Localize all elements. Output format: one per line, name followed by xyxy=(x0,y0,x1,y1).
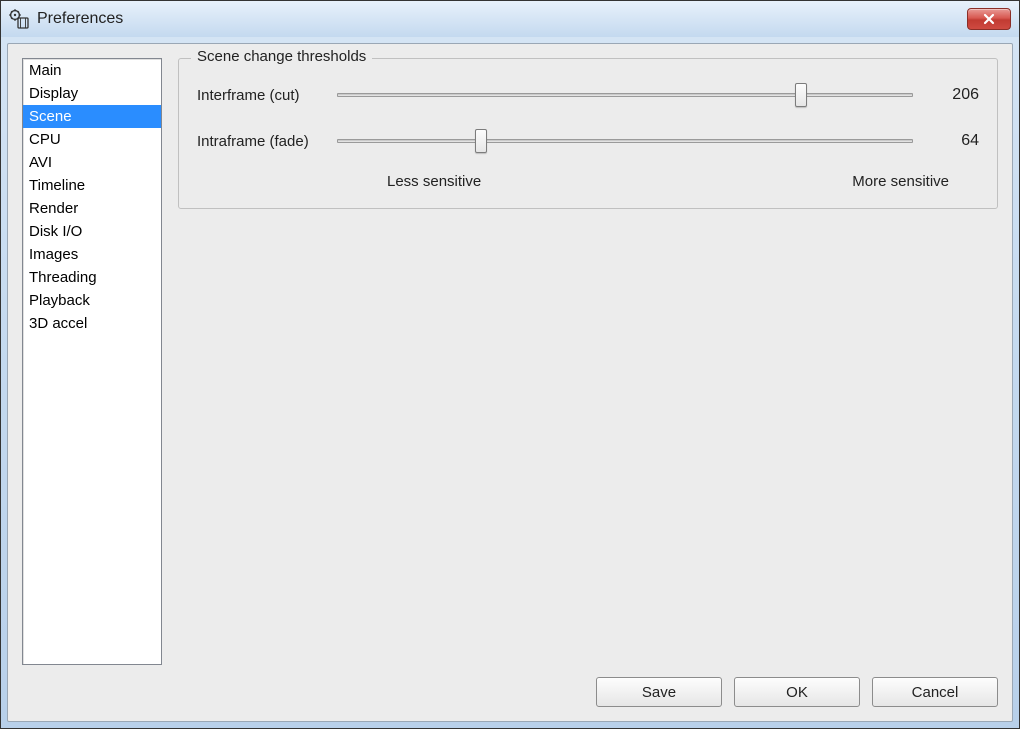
close-icon xyxy=(982,13,996,25)
category-list[interactable]: MainDisplaySceneCPUAVITimelineRenderDisk… xyxy=(22,58,162,665)
slider-value: 64 xyxy=(925,132,979,150)
cancel-button[interactable]: Cancel xyxy=(872,677,998,707)
slider-label: Interframe (cut) xyxy=(197,87,337,104)
slider-thumb[interactable] xyxy=(475,129,487,153)
titlebar: Preferences xyxy=(1,1,1019,37)
content-panel: Scene change thresholds Interframe (cut)… xyxy=(178,58,998,665)
sensitivity-hints: Less sensitive More sensitive xyxy=(337,173,979,190)
client-area: MainDisplaySceneCPUAVITimelineRenderDisk… xyxy=(7,43,1013,722)
slider-row-1: Intraframe (fade) 64 xyxy=(197,127,979,155)
slider-track xyxy=(337,93,913,97)
slider-value: 206 xyxy=(925,86,979,104)
sidebar-item-main[interactable]: Main xyxy=(23,59,161,82)
sidebar-item-playback[interactable]: Playback xyxy=(23,289,161,312)
close-button[interactable] xyxy=(967,8,1011,30)
scene-thresholds-group: Scene change thresholds Interframe (cut)… xyxy=(178,58,998,209)
slider[interactable] xyxy=(337,127,913,155)
sidebar-item-display[interactable]: Display xyxy=(23,82,161,105)
sidebar-item-images[interactable]: Images xyxy=(23,243,161,266)
sidebar-item-3d-accel[interactable]: 3D accel xyxy=(23,312,161,335)
button-row: Save OK Cancel xyxy=(22,665,998,707)
sidebar-item-render[interactable]: Render xyxy=(23,197,161,220)
sidebar-item-disk-i-o[interactable]: Disk I/O xyxy=(23,220,161,243)
ok-button[interactable]: OK xyxy=(734,677,860,707)
sidebar-item-scene[interactable]: Scene xyxy=(23,105,161,128)
sidebar-item-cpu[interactable]: CPU xyxy=(23,128,161,151)
slider-track xyxy=(337,139,913,143)
sidebar-item-avi[interactable]: AVI xyxy=(23,151,161,174)
slider-row-0: Interframe (cut) 206 xyxy=(197,81,979,109)
hint-more-sensitive: More sensitive xyxy=(658,173,979,190)
window-title: Preferences xyxy=(37,10,967,28)
slider-thumb[interactable] xyxy=(795,83,807,107)
save-button[interactable]: Save xyxy=(596,677,722,707)
hint-less-sensitive: Less sensitive xyxy=(337,173,658,190)
sidebar-item-threading[interactable]: Threading xyxy=(23,266,161,289)
app-gear-film-icon xyxy=(9,9,29,29)
slider[interactable] xyxy=(337,81,913,109)
slider-label: Intraframe (fade) xyxy=(197,133,337,150)
sidebar-item-timeline[interactable]: Timeline xyxy=(23,174,161,197)
preferences-window: Preferences MainDisplaySceneCPUAVITimeli… xyxy=(0,0,1020,729)
group-title: Scene change thresholds xyxy=(191,48,372,65)
main-row: MainDisplaySceneCPUAVITimelineRenderDisk… xyxy=(22,58,998,665)
